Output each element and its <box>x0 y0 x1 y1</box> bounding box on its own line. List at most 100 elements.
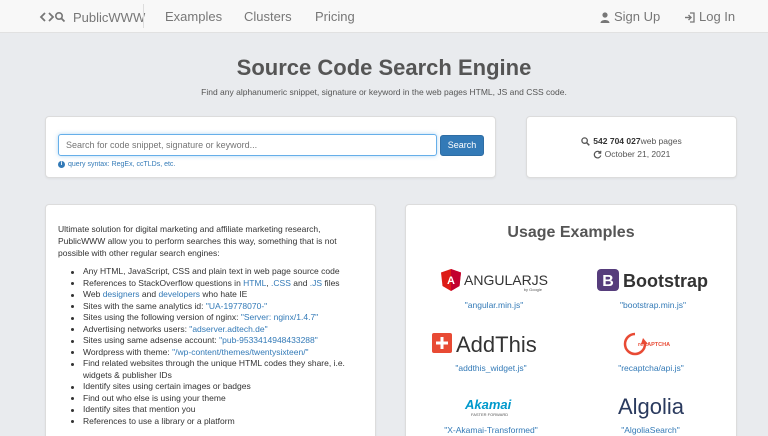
brand-link[interactable]: PublicWWW <box>39 9 145 25</box>
feature-text: Wordpress with theme: <box>83 346 173 357</box>
feature-text: Find out who else is using your theme <box>83 392 226 403</box>
feature-text: Sites using the following version of ngi… <box>83 312 241 322</box>
feature-text: files <box>322 277 340 288</box>
js-link[interactable]: .JS <box>310 278 322 288</box>
feature-text: Identify sites that mention you <box>83 404 196 414</box>
info-icon: i <box>58 161 65 168</box>
page-title: Source Code Search Engine <box>236 55 532 80</box>
nav-divider <box>143 4 144 28</box>
example-bootstrap[interactable]: B Bootstrap "bootstrap.min.js" <box>588 267 718 310</box>
login-label: Log In <box>699 9 736 24</box>
feature-text: Find related websites through the unique… <box>83 358 345 380</box>
usage-panel: Usage Examples A ANGULARJS by Google "an… <box>405 204 737 436</box>
feature-item: Find related websites through the unique… <box>58 358 363 381</box>
page-count-suffix: web pages <box>640 136 682 146</box>
about-panel: Ultimate solution for digital marketing … <box>45 204 376 436</box>
bootstrap-logo-icon: B Bootstrap <box>597 269 708 291</box>
akamai-logo-icon: Akamai FASTER FORWARD <box>453 395 512 418</box>
intro-text: Ultimate solution for digital marketing … <box>58 224 337 258</box>
stats-block: 542 704 027 web pages October 21, 2021 <box>527 135 736 161</box>
akamai-logo-sub: FASTER FORWARD <box>471 412 508 417</box>
signup-link[interactable]: Sign Up <box>600 9 660 25</box>
example-caption: "addthis_widget.js" <box>455 363 527 373</box>
feature-list: Any HTML, JavaScript, CSS and plain text… <box>58 266 363 427</box>
update-date: October 21, 2021 <box>604 149 671 159</box>
top-navbar: PublicWWW Examples Clusters Pricing Sign… <box>0 0 768 33</box>
feature-item: Find out who else is using your theme <box>58 393 363 405</box>
feature-text: Advertising networks users: <box>83 323 190 334</box>
analytics-id-link[interactable]: "UA-19778070-" <box>206 301 267 311</box>
search-button[interactable]: Search <box>440 135 484 156</box>
search-icon <box>581 137 591 146</box>
example-akamai[interactable]: Akamai FASTER FORWARD "X-Akamai-Transfor… <box>431 392 551 435</box>
login-link[interactable]: Log In <box>684 9 735 25</box>
svg-text:B: B <box>602 273 614 290</box>
akamai-logo-text: Akamai <box>464 397 512 412</box>
angularjs-logo-icon: A ANGULARJS by Google <box>441 269 548 292</box>
designers-link[interactable]: designers <box>103 289 140 299</box>
feature-item: Identify sites that mention you <box>58 404 363 416</box>
adserver-link[interactable]: "adserver.adtech.de" <box>189 324 267 334</box>
feature-text: who hate IE <box>200 289 248 299</box>
feature-item: Any HTML, JavaScript, CSS and plain text… <box>58 266 363 278</box>
nav-examples-link[interactable]: Examples <box>165 9 222 25</box>
usage-title: Usage Examples <box>507 224 635 241</box>
algolia-logo-icon: Algolia <box>617 394 684 419</box>
feature-text: References to use a library or a platfor… <box>83 415 235 426</box>
page-subtitle: Find any alphanumeric snippet, signature… <box>201 87 567 97</box>
feature-text: References to StackOverflow questions in <box>83 277 244 288</box>
addthis-logo-text: AddThis <box>456 332 537 357</box>
feature-item: Sites with the same analytics id: "UA-19… <box>58 301 363 313</box>
search-panel: Search i query syntax: RegEx, ccTLDs, et… <box>45 116 496 178</box>
separator: and <box>290 277 310 288</box>
page-count: 542 704 027 <box>593 136 641 146</box>
feature-text: Identify sites using certain images or b… <box>83 381 251 391</box>
query-syntax-link[interactable]: i query syntax: RegEx, ccTLDs, etc. <box>58 161 175 168</box>
login-icon <box>685 11 695 23</box>
bootstrap-logo-text: Bootstrap <box>623 271 708 291</box>
refresh-icon <box>593 150 602 159</box>
svg-text:A: A <box>447 275 455 287</box>
adsense-link[interactable]: "pub-9533414948433288" <box>219 335 318 345</box>
wp-theme-link[interactable]: "/wp-content/themes/twentysixteen/" <box>172 347 308 357</box>
example-caption: "angular.min.js" <box>464 300 524 310</box>
feature-item: Identify sites using certain images or b… <box>58 381 363 393</box>
angularjs-logo-sub: by Google <box>524 287 543 292</box>
page-count-row: 542 704 027 web pages <box>527 135 736 148</box>
feature-item: Wordpress with theme: "/wp-content/theme… <box>58 347 363 359</box>
example-caption: "bootstrap.min.js" <box>619 300 687 310</box>
css-link[interactable]: .CSS <box>271 278 291 288</box>
feature-text: Web <box>83 289 103 299</box>
code-search-logo-icon <box>39 11 69 23</box>
feature-text: Sites using same adsense account: <box>83 335 220 345</box>
feature-text: Any HTML, JavaScript, CSS and plain text… <box>83 266 340 276</box>
example-addthis[interactable]: AddThis "addthis_widget.js" <box>426 330 556 373</box>
html-link[interactable]: HTML <box>243 278 266 288</box>
feature-item: Web designers and developers who hate IE <box>58 289 363 301</box>
recaptcha-logo-icon: reCAPTCHA <box>623 332 670 356</box>
nginx-link[interactable]: "Server: nginx/1.4.7" <box>241 312 318 322</box>
nav-pricing-link[interactable]: Pricing <box>315 9 355 25</box>
example-angular[interactable]: A ANGULARJS by Google "angular.min.js" <box>434 267 554 310</box>
query-syntax-label: query syntax: RegEx, ccTLDs, etc. <box>68 161 176 168</box>
stats-panel: 542 704 027 web pages October 21, 2021 <box>526 116 737 178</box>
example-caption: "X-Akamai-Transformed" <box>444 425 538 435</box>
user-icon <box>600 11 610 23</box>
feature-text: Sites with the same analytics id: <box>83 300 206 311</box>
example-recaptcha[interactable]: reCAPTCHA "recaptcha/api.js" <box>596 330 706 373</box>
feature-item: Sites using the following version of ngi… <box>58 312 363 324</box>
developers-link[interactable]: developers <box>158 289 200 299</box>
feature-item: Sites using same adsense account: "pub-9… <box>58 335 363 347</box>
search-input[interactable] <box>58 134 437 156</box>
signup-label: Sign Up <box>614 9 661 24</box>
nav-clusters-link[interactable]: Clusters <box>244 9 292 25</box>
example-algolia[interactable]: Algolia "AlgoliaSearch" <box>593 392 708 435</box>
update-date-row: October 21, 2021 <box>527 148 736 161</box>
feature-text: and <box>139 289 159 299</box>
feature-item: References to StackOverflow questions in… <box>58 278 363 290</box>
feature-item: Advertising networks users: "adserver.ad… <box>58 324 363 336</box>
angularjs-logo-text: ANGULARJS <box>464 272 548 288</box>
recaptcha-logo-text: reCAPTCHA <box>638 342 670 348</box>
example-caption: "AlgoliaSearch" <box>621 425 680 435</box>
example-caption: "recaptcha/api.js" <box>618 363 684 373</box>
